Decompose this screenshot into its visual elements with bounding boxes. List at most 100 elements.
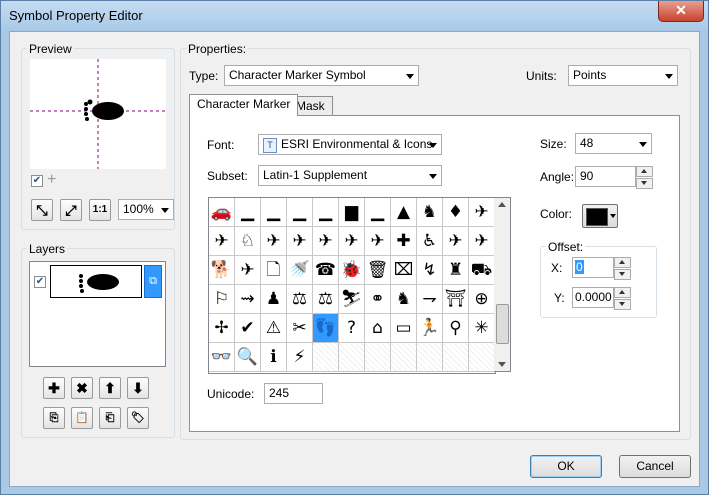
character-cell[interactable]: ⚐ xyxy=(209,285,235,314)
layer-lock-icon[interactable]: ⧉ xyxy=(144,265,162,298)
x-offset-field[interactable]: 0 xyxy=(572,257,614,278)
character-cell[interactable]: ▆ xyxy=(339,198,365,227)
character-cell[interactable] xyxy=(391,343,417,372)
character-cell[interactable]: ⛩ xyxy=(443,285,469,314)
character-cell[interactable]: 👣 xyxy=(313,314,339,343)
character-cell[interactable]: ✚ xyxy=(391,227,417,256)
add-layer-button[interactable]: ✚ xyxy=(43,377,65,399)
x-down-icon[interactable] xyxy=(614,269,631,280)
crosshair-toggle-icon[interactable]: + xyxy=(47,171,56,189)
character-cell[interactable]: ♞ xyxy=(417,198,443,227)
character-cell[interactable]: ▁ xyxy=(235,198,261,227)
character-cell[interactable]: ✂ xyxy=(287,314,313,343)
move-layer-up-button[interactable]: ⬆ xyxy=(99,377,121,399)
character-cell[interactable]: ▁ xyxy=(261,198,287,227)
character-cell[interactable]: ▁ xyxy=(365,198,391,227)
character-cell[interactable]: ✈ xyxy=(469,227,495,256)
type-select[interactable]: Character Marker Symbol xyxy=(224,65,419,86)
character-cell[interactable]: ⚭ xyxy=(365,285,391,314)
character-cell[interactable]: ✢ xyxy=(209,314,235,343)
character-cell[interactable]: ♦ xyxy=(443,198,469,227)
character-cell[interactable]: ↯ xyxy=(417,256,443,285)
angle-stepper[interactable] xyxy=(636,166,653,189)
character-cell[interactable]: ✈ xyxy=(365,227,391,256)
paste-layer-icon[interactable]: 📋 xyxy=(71,407,93,429)
units-select[interactable]: Points xyxy=(568,65,678,86)
character-cell[interactable] xyxy=(443,343,469,372)
angle-field[interactable]: 90 xyxy=(575,166,636,187)
character-cell[interactable]: 👓 xyxy=(209,343,235,372)
character-cell[interactable]: ♿ xyxy=(417,227,443,256)
character-cell[interactable]: ☎ xyxy=(313,256,339,285)
character-cell[interactable] xyxy=(339,343,365,372)
cancel-button[interactable]: Cancel xyxy=(619,455,691,478)
character-cell[interactable]: ✈ xyxy=(287,227,313,256)
unicode-field[interactable]: 245 xyxy=(264,383,323,404)
character-cell[interactable]: ✔ xyxy=(235,314,261,343)
zoom-in-tool-icon[interactable]: ⤡ xyxy=(31,199,53,221)
character-cell[interactable]: ♘ xyxy=(235,227,261,256)
preview-checkbox[interactable]: ✔ xyxy=(31,175,43,187)
tag-layer-icon[interactable]: 🏷 xyxy=(127,407,149,429)
character-cell[interactable]: ✈ xyxy=(235,256,261,285)
font-select[interactable]: T ESRI Environmental & Icons xyxy=(258,134,442,155)
angle-up-icon[interactable] xyxy=(636,166,653,177)
copy-layer-icon[interactable]: ⎘ xyxy=(43,407,65,429)
character-cell[interactable]: 🐕 xyxy=(209,256,235,285)
angle-down-icon[interactable] xyxy=(636,178,653,189)
character-cell[interactable] xyxy=(417,343,443,372)
y-offset-field[interactable]: 0.0000 xyxy=(572,287,614,308)
scroll-down-icon[interactable] xyxy=(498,362,506,367)
tab-character-marker[interactable]: Character Marker xyxy=(189,94,299,116)
character-grid-scrollbar[interactable] xyxy=(494,197,511,372)
character-cell[interactable]: ⌂ xyxy=(365,314,391,343)
character-cell[interactable]: ▁ xyxy=(287,198,313,227)
character-cell[interactable]: ⚡ xyxy=(287,343,313,372)
y-up-icon[interactable] xyxy=(614,287,631,298)
character-cell[interactable]: ♞ xyxy=(391,285,417,314)
character-cell[interactable] xyxy=(313,343,339,372)
scroll-up-icon[interactable] xyxy=(498,202,506,207)
character-cell[interactable]: ⚠ xyxy=(261,314,287,343)
character-cell[interactable]: ▭ xyxy=(391,314,417,343)
character-cell[interactable]: 🚗 xyxy=(209,198,235,227)
character-cell[interactable]: ✈ xyxy=(209,227,235,256)
character-cell[interactable]: ✈ xyxy=(443,227,469,256)
character-cell[interactable]: ? xyxy=(339,314,365,343)
move-layer-down-button[interactable]: ⬇ xyxy=(127,377,149,399)
duplicate-layer-icon[interactable]: ⎗ xyxy=(99,407,121,429)
size-select[interactable]: 48 xyxy=(575,133,652,154)
character-cell[interactable]: ▁ xyxy=(313,198,339,227)
character-cell[interactable] xyxy=(365,343,391,372)
layer-visible-checkbox[interactable]: ✔ xyxy=(34,276,46,288)
character-cell[interactable]: ⚲ xyxy=(443,314,469,343)
color-picker-button[interactable] xyxy=(582,204,618,228)
character-cell[interactable]: ✈ xyxy=(469,198,495,227)
character-cell[interactable]: ⛷ xyxy=(339,285,365,314)
close-button[interactable]: ✕ xyxy=(658,1,704,22)
character-cell[interactable]: ⇁ xyxy=(417,285,443,314)
character-cell[interactable]: ⊕ xyxy=(469,285,495,314)
y-offset-stepper[interactable] xyxy=(614,287,631,310)
character-cell[interactable] xyxy=(469,343,495,372)
character-cell[interactable]: 🔍 xyxy=(235,343,261,372)
x-offset-stepper[interactable] xyxy=(614,257,631,280)
fit-to-window-icon[interactable]: ⤢ xyxy=(60,199,82,221)
x-up-icon[interactable] xyxy=(614,257,631,268)
character-cell[interactable]: ✈ xyxy=(339,227,365,256)
fixed-scale-button[interactable]: 1:1 xyxy=(89,199,111,221)
character-cell[interactable]: ♟ xyxy=(261,285,287,314)
remove-layer-button[interactable]: ✖ xyxy=(71,377,93,399)
character-cell[interactable]: ✈ xyxy=(261,227,287,256)
character-cell[interactable]: ℹ xyxy=(261,343,287,372)
character-cell[interactable]: ✳ xyxy=(469,314,495,343)
character-cell[interactable]: 🏃 xyxy=(417,314,443,343)
character-cell[interactable]: 🐞 xyxy=(339,256,365,285)
character-cell[interactable]: 🗑 xyxy=(365,256,391,285)
character-grid[interactable]: 🚗 ▁ ▁ ▁ ▁ ▆ ▁ ▲ ♞ ♦ ✈ ✈ ♘ ✈ ✈ ✈ ✈ ✈ ✚ ♿ ✈ ✈ 🐕 ✈ 🗋 🚿 ☎ 🐞 🗑 ⌧ ↯ ♜ ⛟ ⚐ ⇝ ♟ ⚖ ⚖ ⛷ ⚭… xyxy=(208,197,496,374)
character-cell[interactable]: ⚖ xyxy=(313,285,339,314)
character-cell[interactable]: 🚿 xyxy=(287,256,313,285)
layer-item[interactable] xyxy=(50,265,142,298)
character-cell[interactable]: ♜ xyxy=(443,256,469,285)
scrollbar-thumb[interactable] xyxy=(496,304,509,344)
